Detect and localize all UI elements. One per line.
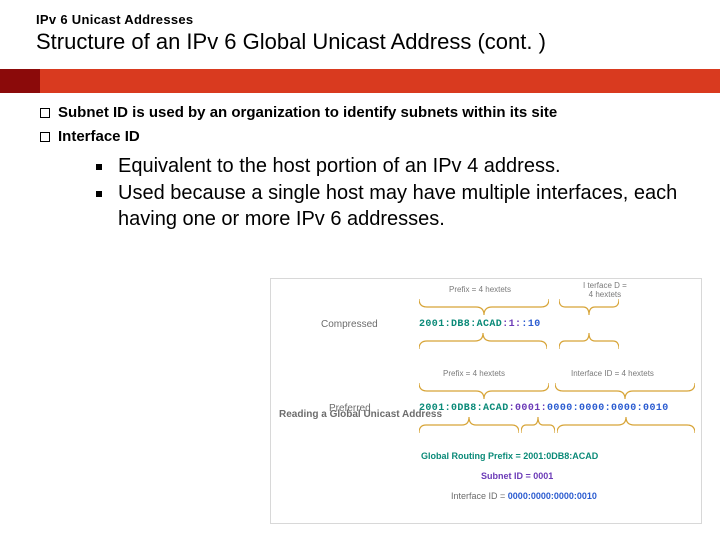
caption-interface-top: I terface D = 4 hextets — [583, 281, 627, 299]
addr-compressed-iid: :10 — [521, 319, 540, 330]
eq-sub-label: Subnet ID = — [481, 471, 531, 481]
subbullet-equivalent: Equivalent to the host portion of an IPv… — [90, 154, 694, 180]
slide-title: Structure of an IPv 6 Global Unicast Add… — [36, 29, 684, 55]
eq-grp-label: Global Routing Prefix = — [421, 451, 521, 461]
bracket-iid-under — [557, 417, 695, 433]
eq-iid-label: Interface ID = — [451, 491, 505, 501]
eq-global-routing-prefix: Global Routing Prefix = 2001:0DB8:ACAD — [421, 451, 598, 461]
bracket-prefix-under-compressed — [419, 333, 547, 349]
eq-iid-val: 0000:0000:0000:0010 — [508, 491, 597, 501]
bracket-interface-under-compressed — [559, 333, 619, 349]
addr-preferred: 2001:0DB8:ACAD:0001:0000:0000:0000:0010 — [419, 403, 669, 414]
caption-prefix-mid: Prefix = 4 hextets — [443, 369, 505, 378]
address-diagram: Prefix = 4 hextets I terface D = 4 hexte… — [270, 278, 702, 524]
bracket-prefix-over-preferred — [419, 383, 549, 399]
caption-interface-mid: Interface ID = 4 hextets — [571, 369, 654, 378]
bullet-interface-id: Interface ID — [26, 127, 694, 147]
bracket-interface-top — [559, 299, 619, 315]
eq-subnet-id: Subnet ID = 0001 — [481, 471, 553, 481]
addr-preferred-subnet: :0001: — [509, 403, 547, 414]
addr-compressed-prefix: 2001:DB8:ACAD — [419, 319, 502, 330]
bracket-prefix-top — [419, 299, 549, 315]
bracket-interface-over-preferred — [555, 383, 695, 399]
eq-sub-val: 0001 — [533, 471, 553, 481]
bracket-subnet-under — [521, 417, 555, 433]
eq-interface-id: Interface ID = 0000:0000:0000:0010 — [451, 491, 597, 501]
slide-supertitle: IPv 6 Unicast Addresses — [36, 12, 684, 27]
bullet-subnet-id: Subnet ID is used by an organization to … — [26, 103, 694, 123]
addr-preferred-iid: 0000:0000:0000:0010 — [547, 403, 669, 414]
label-compressed: Compressed — [321, 319, 378, 330]
accent-bar — [0, 69, 720, 93]
caption-prefix-top: Prefix = 4 hextets — [449, 285, 511, 294]
subbullet-used-because: Used because a single host may have mult… — [90, 181, 694, 232]
addr-compressed: 2001:DB8:ACAD:1::10 — [419, 319, 541, 330]
reading-caption: Reading a Global Unicast Address — [279, 409, 442, 420]
addr-compressed-subnet: :1: — [502, 319, 521, 330]
eq-grp-val: 2001:0DB8:ACAD — [523, 451, 598, 461]
